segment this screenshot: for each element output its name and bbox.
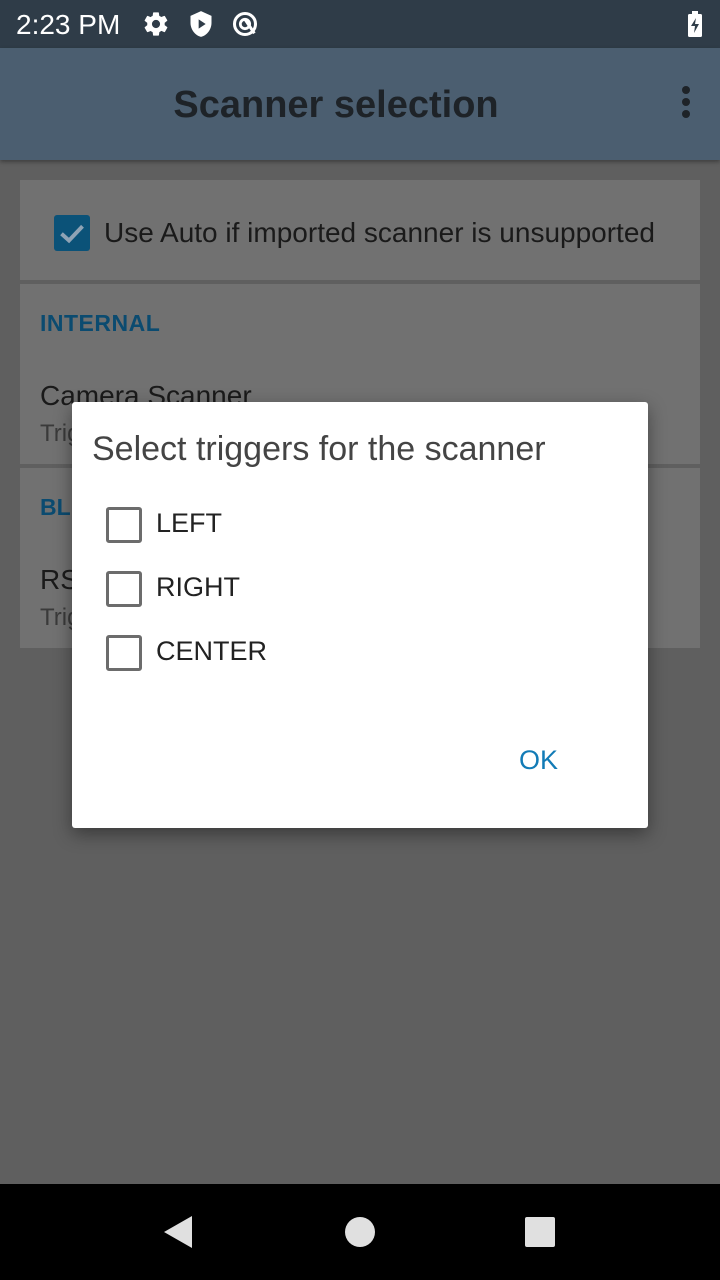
trigger-dialog: Select triggers for the scanner LEFT RIG… — [72, 402, 648, 828]
more-vert-icon[interactable] — [680, 86, 692, 122]
home-icon[interactable] — [344, 1216, 376, 1248]
ok-button[interactable]: OK — [519, 745, 558, 776]
nav-bar — [0, 1184, 720, 1280]
option-center-label: CENTER — [156, 636, 268, 666]
check-icon — [60, 224, 84, 244]
status-time: 2:23 PM — [16, 9, 121, 40]
option-left[interactable]: LEFT — [106, 504, 506, 544]
battery-charging-icon — [688, 11, 702, 37]
auto-option-label: Use Auto if imported scanner is unsuppor… — [104, 217, 655, 248]
dialog-title: Select triggers for the scanner — [92, 430, 546, 468]
sync-icon — [232, 11, 258, 37]
shield-icon — [190, 11, 212, 37]
option-left-label: LEFT — [156, 508, 223, 538]
checkbox-center[interactable] — [106, 635, 142, 671]
app-bar: Scanner selection — [0, 48, 720, 160]
recents-icon[interactable] — [524, 1216, 556, 1248]
auto-option-card: Use Auto if imported scanner is unsuppor… — [20, 180, 700, 280]
option-right[interactable]: RIGHT — [106, 568, 506, 608]
page-title: Scanner selection — [173, 84, 499, 126]
option-center[interactable]: CENTER — [106, 632, 506, 672]
settings-icon — [144, 12, 168, 36]
auto-option-checkbox[interactable] — [54, 215, 90, 251]
internal-header: INTERNAL — [40, 310, 161, 336]
checkbox-left[interactable] — [106, 507, 142, 543]
status-bar: 2:23 PM — [0, 0, 720, 48]
checkbox-right[interactable] — [106, 571, 142, 607]
back-icon[interactable] — [160, 1214, 196, 1250]
option-right-label: RIGHT — [156, 572, 240, 602]
